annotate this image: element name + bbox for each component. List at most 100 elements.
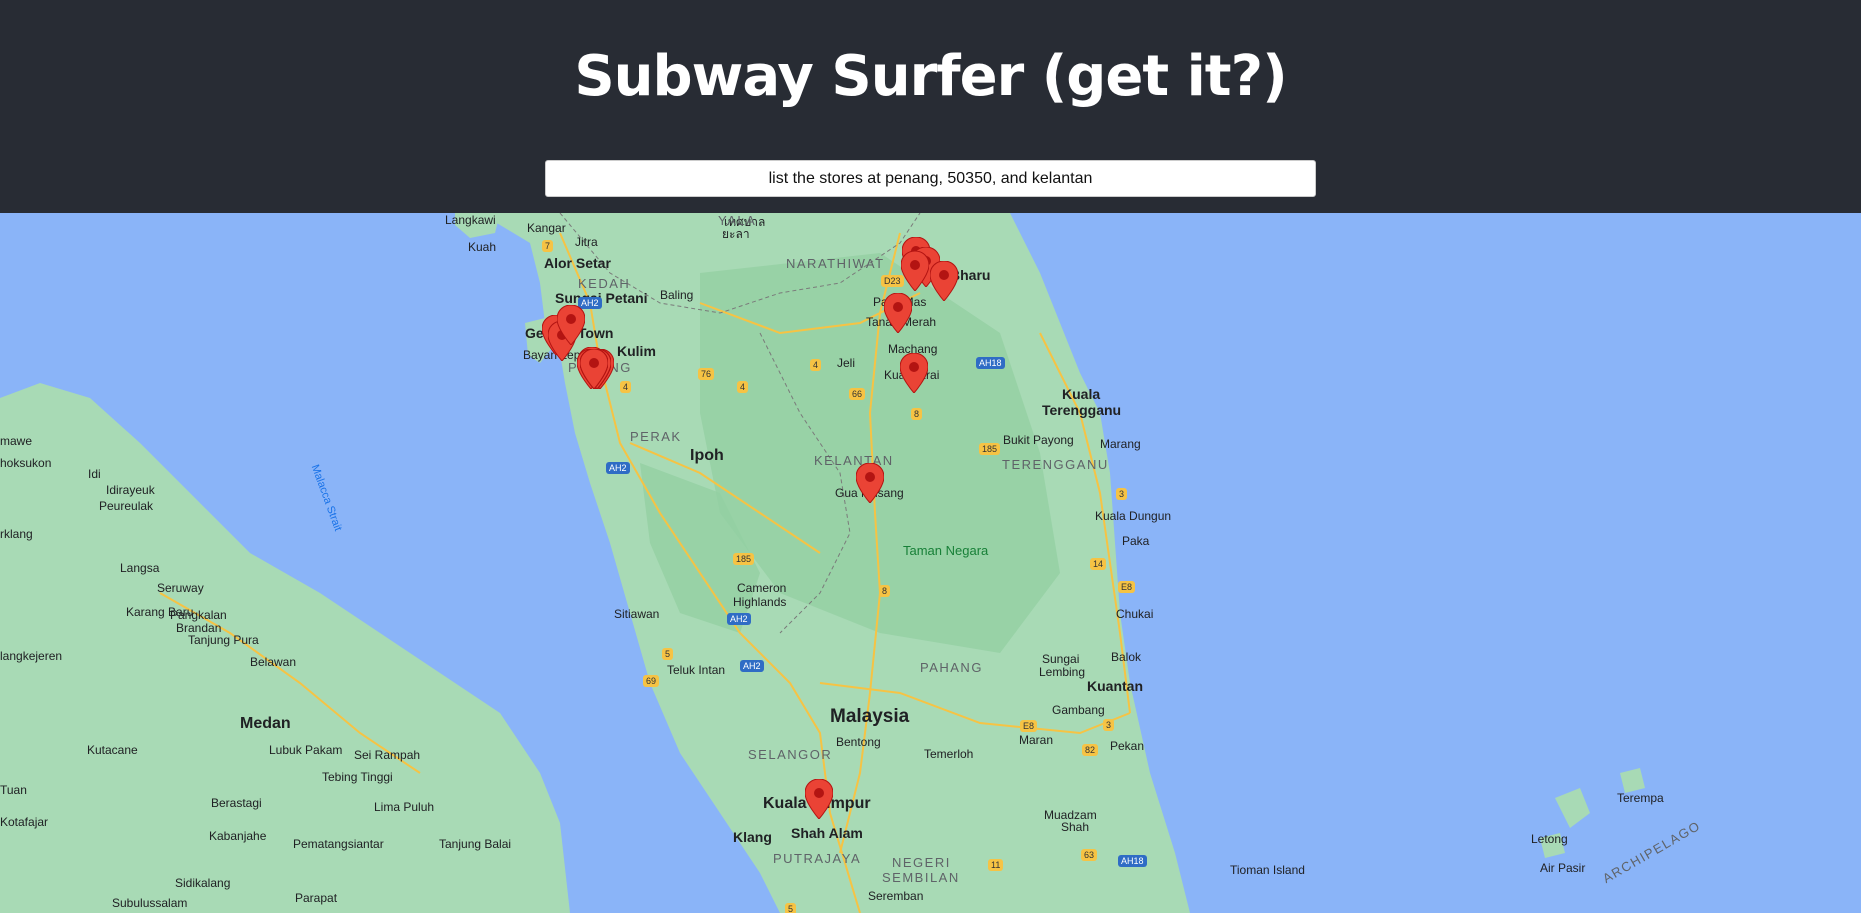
- road-shield: 69: [643, 675, 660, 687]
- road-shield: 8: [879, 585, 891, 597]
- label-yala: YALA: [718, 213, 757, 228]
- label-bentong: Bentong: [836, 735, 881, 749]
- label-pangkalan-2: Brandan: [176, 621, 222, 635]
- road-shield: 5: [662, 648, 674, 660]
- label-tuan: Tuan: [0, 783, 27, 797]
- road-shield: AH2: [740, 660, 764, 672]
- label-klang: Klang: [733, 829, 772, 845]
- label-lima-puluh: Lima Puluh: [374, 800, 435, 814]
- label-pahang: PAHANG: [920, 660, 983, 675]
- map-view[interactable]: Langkawi Kuah Kangar Jitra Alor Setar KE…: [0, 213, 1861, 913]
- label-karang-baru: Karang Baru: [126, 605, 194, 619]
- road-shield: AH2: [727, 613, 751, 625]
- label-alor-setar: Alor Setar: [544, 255, 611, 271]
- label-kangar: Kangar: [527, 221, 566, 235]
- label-pekan: Pekan: [1110, 739, 1145, 753]
- road-shield: 4: [737, 381, 749, 393]
- label-teluk-intan: Teluk Intan: [667, 663, 726, 677]
- road-shield: 3: [1116, 488, 1128, 500]
- label-kedah: KEDAH: [578, 276, 631, 291]
- label-idirayeuk: Idirayeuk: [106, 483, 155, 497]
- label-kutacane: Kutacane: [87, 743, 138, 757]
- road-shield: 185: [979, 443, 1001, 455]
- label-kabanjahe: Kabanjahe: [209, 829, 267, 843]
- label-kuala-dungun: Kuala Dungun: [1095, 509, 1172, 523]
- label-kuala-terengganu-2: Terengganu: [1042, 402, 1122, 418]
- road-shield: 5: [785, 903, 797, 913]
- road-shield: 7: [542, 240, 554, 252]
- label-negeri-2: SEMBILAN: [882, 870, 960, 885]
- label-jeli: Jeli: [837, 356, 856, 370]
- label-terengganu: TERENGGANU: [1002, 457, 1109, 472]
- road-shield: 8: [911, 408, 923, 420]
- road-shield: AH2: [606, 462, 630, 474]
- label-lubuk-pakam: Lubuk Pakam: [269, 743, 343, 757]
- label-idi: Idi: [88, 467, 101, 481]
- label-belawan: Belawan: [250, 655, 297, 669]
- road-shield: 14: [1090, 558, 1107, 570]
- label-ipoh: Ipoh: [690, 447, 724, 464]
- label-rklang: rklang: [0, 527, 33, 541]
- road-shield: 4: [620, 381, 632, 393]
- road-shield: E8: [1118, 581, 1136, 593]
- label-kuah: Kuah: [468, 240, 497, 254]
- label-gambang: Gambang: [1052, 703, 1105, 717]
- store-marker-pin[interactable]: [805, 779, 833, 819]
- label-langkawi: Langkawi: [445, 213, 496, 227]
- label-putrajaya: PUTRAJAYA: [773, 851, 862, 866]
- label-mawe: mawe: [0, 434, 33, 448]
- label-tanjung-balai: Tanjung Balai: [439, 837, 512, 851]
- label-taman-negara: Taman Negara: [903, 543, 989, 558]
- road-shield: 11: [988, 859, 1004, 871]
- label-pematangsiantar: Pematangsiantar: [293, 837, 384, 851]
- label-jitra: Jitra: [575, 235, 598, 249]
- road-shield: 76: [698, 368, 715, 380]
- label-medan: Medan: [240, 715, 291, 732]
- label-air-pasir: Air Pasir: [1540, 861, 1586, 875]
- label-tioman: Tioman Island: [1230, 863, 1305, 877]
- label-temerloh: Temerloh: [924, 747, 974, 761]
- label-langsa: Langsa: [120, 561, 160, 575]
- label-negeri-1: NEGERI: [892, 855, 951, 870]
- store-marker-pin[interactable]: [884, 293, 912, 333]
- label-parapat: Parapat: [295, 891, 338, 905]
- label-peureulak: Peureulak: [99, 499, 154, 513]
- search-input[interactable]: [545, 160, 1316, 197]
- label-sungai-lembing-2: Lembing: [1039, 665, 1086, 679]
- label-sitiawan: Sitiawan: [614, 607, 660, 621]
- label-kuala-terengganu-1: Kuala: [1062, 386, 1101, 402]
- store-marker-pin[interactable]: [580, 349, 608, 389]
- label-perak: PERAK: [630, 429, 682, 444]
- label-sungai-lembing-1: Sungai: [1042, 652, 1080, 666]
- label-berastagi: Berastagi: [211, 796, 262, 810]
- store-marker-pin[interactable]: [856, 463, 884, 503]
- road-shield: 4: [810, 359, 822, 371]
- sumatra-landmass: [0, 383, 570, 913]
- label-letong: Letong: [1531, 832, 1568, 846]
- label-malaysia: Malaysia: [830, 706, 910, 727]
- road-shield: 3: [1103, 719, 1115, 731]
- label-muadzam-2: Shah: [1061, 820, 1090, 834]
- label-bukit-payong: Bukit Payong: [1003, 433, 1074, 447]
- store-marker-pin[interactable]: [930, 261, 958, 301]
- page-title: Subway Surfer (get it?): [574, 44, 1287, 109]
- road-shield: 82: [1082, 744, 1099, 756]
- store-marker-pin[interactable]: [901, 251, 929, 291]
- label-paka: Paka: [1122, 534, 1150, 548]
- store-marker-pin[interactable]: [900, 353, 928, 393]
- label-kulim: Kulim: [617, 343, 656, 359]
- road-shield: 185: [733, 553, 755, 565]
- label-sidikalang: Sidikalang: [175, 876, 231, 890]
- road-shield: E8: [1020, 720, 1038, 732]
- label-lhoksukon: hoksukon: [0, 456, 52, 470]
- label-kotafajar: Kotafajar: [0, 815, 49, 829]
- label-maran: Maran: [1019, 733, 1054, 747]
- store-marker-pin[interactable]: [557, 305, 585, 345]
- label-narathiwat: NARATHIWAT: [786, 256, 885, 271]
- label-chukai: Chukai: [1116, 607, 1154, 621]
- label-seruway: Seruway: [157, 581, 204, 595]
- road-shield: 63: [1081, 849, 1098, 861]
- label-kuantan: Kuantan: [1087, 678, 1143, 694]
- label-cameron-1: Cameron: [737, 581, 787, 595]
- label-tebing-tinggi: Tebing Tinggi: [322, 770, 393, 784]
